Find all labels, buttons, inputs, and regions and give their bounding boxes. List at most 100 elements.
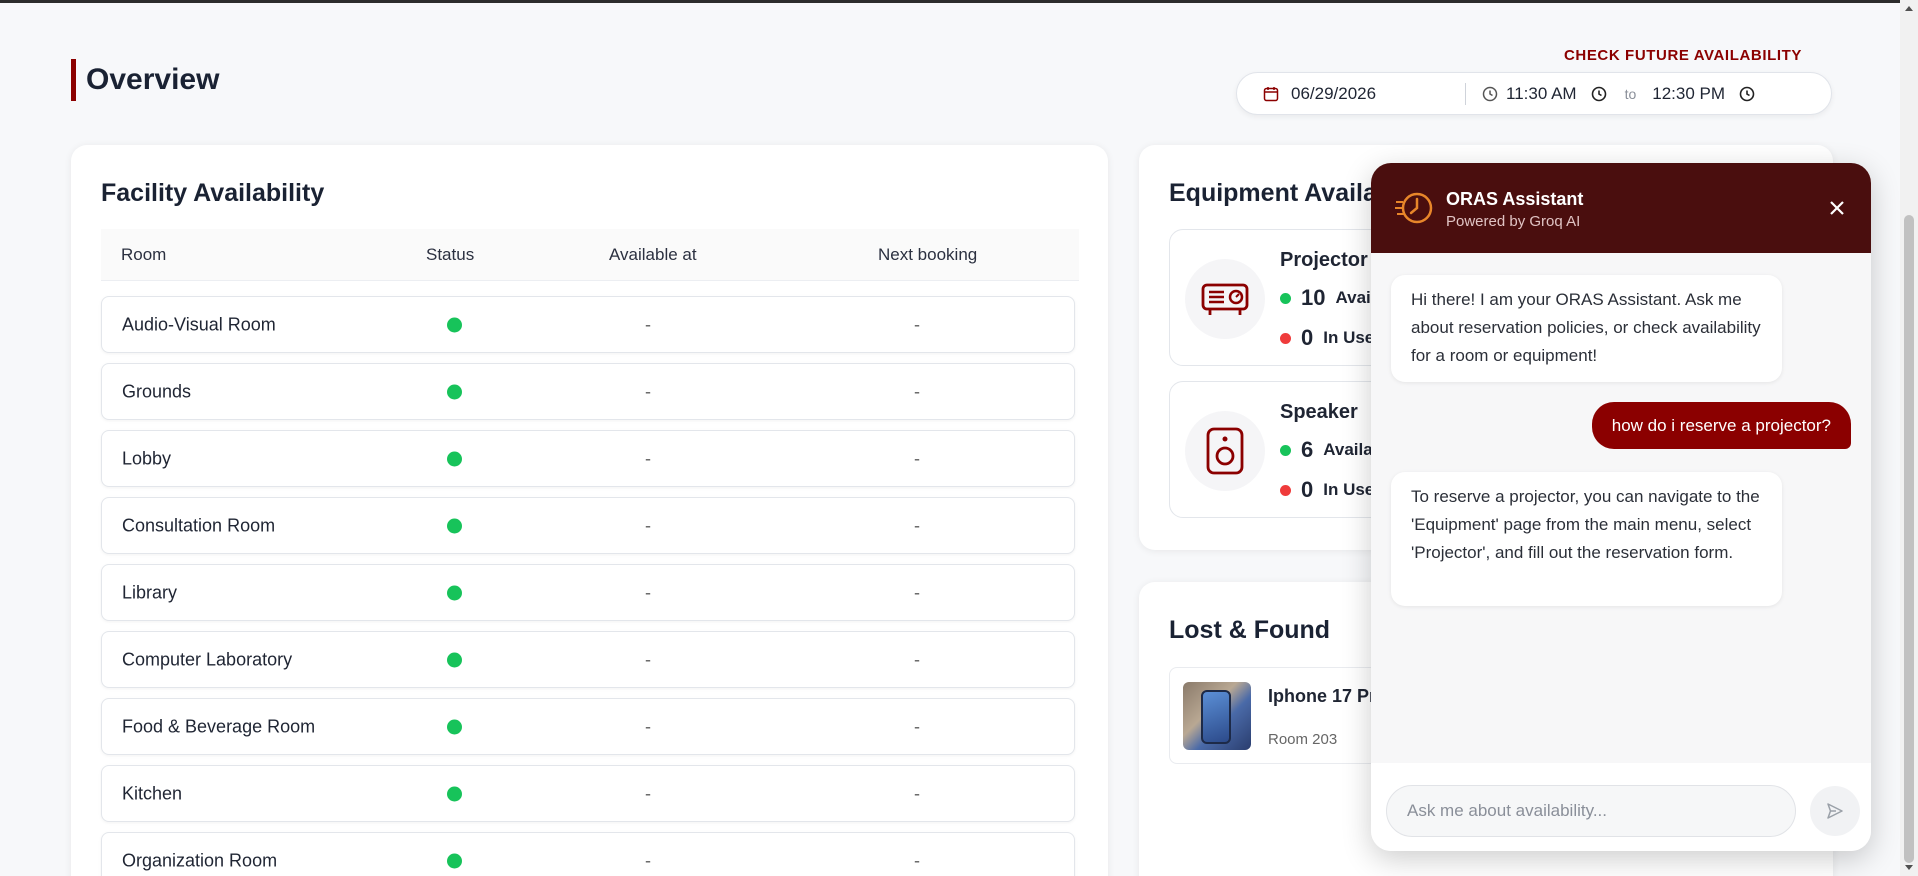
column-header-status: Status: [426, 244, 475, 264]
column-header-next-booking: Next booking: [878, 244, 978, 264]
available-at: -: [645, 783, 651, 803]
available-at: -: [645, 515, 651, 535]
chat-input[interactable]: [1386, 785, 1796, 837]
next-booking: -: [914, 716, 920, 736]
lost-found-title: Lost & Found: [1169, 616, 1331, 644]
chat-footer: [1371, 769, 1871, 851]
column-header-available-at: Available at: [609, 244, 697, 264]
status-dot: [447, 384, 462, 399]
available-number: 10: [1301, 285, 1326, 310]
chat-header: ORAS Assistant Powered by Groq AI: [1371, 163, 1871, 253]
page: Overview CHECK FUTURE AVAILABILITY 06/29…: [0, 3, 1900, 876]
scroll-down-icon[interactable]: [1905, 865, 1913, 870]
table-row[interactable]: Consultation Room - -: [101, 497, 1075, 554]
chat-subtitle: Powered by Groq AI: [1446, 213, 1581, 230]
lost-item-location: Room 203: [1268, 731, 1338, 748]
next-booking: -: [914, 850, 920, 870]
start-time-picker[interactable]: 11:30 AM: [1480, 84, 1609, 104]
table-row[interactable]: Kitchen - -: [101, 765, 1075, 822]
facility-title: Facility Availability: [101, 179, 325, 207]
send-button[interactable]: [1810, 786, 1860, 836]
table-row[interactable]: Library - -: [101, 564, 1075, 621]
end-time-value: 12:30 PM: [1652, 83, 1726, 103]
calendar-icon: [1261, 84, 1281, 104]
chat-messages: Hi there! I am your ORAS Assistant. Ask …: [1371, 253, 1871, 763]
table-row[interactable]: Computer Laboratory - -: [101, 631, 1075, 688]
date-value: 06/29/2026: [1291, 83, 1377, 103]
room-name: Food & Beverage Room: [122, 716, 316, 736]
date-picker[interactable]: 06/29/2026: [1261, 84, 1451, 104]
bot-message: Hi there! I am your ORAS Assistant. Ask …: [1391, 275, 1782, 382]
clock-icon: [1480, 84, 1500, 104]
available-at: -: [645, 314, 651, 334]
lost-item-photo: [1183, 682, 1251, 750]
facility-rows: Audio-Visual Room - - Grounds - - Lobby …: [101, 296, 1075, 876]
room-name: Library: [122, 582, 178, 602]
available-at: -: [645, 582, 651, 602]
status-dot: [447, 853, 462, 868]
equipment-name: Projector: [1280, 249, 1368, 271]
status-dot: [447, 652, 462, 667]
next-booking: -: [914, 649, 920, 669]
available-number: 6: [1301, 437, 1314, 462]
available-dot: [1280, 444, 1291, 456]
available-at: -: [645, 850, 651, 870]
room-name: Grounds: [122, 381, 192, 401]
to-label: to: [1624, 85, 1637, 102]
room-name: Computer Laboratory: [122, 649, 293, 669]
next-booking: -: [914, 381, 920, 401]
room-name: Lobby: [122, 448, 172, 468]
in-use-label: In Use: [1323, 328, 1375, 347]
room-name: Organization Room: [122, 850, 278, 870]
available-at: -: [645, 649, 651, 669]
in-use-dot: [1280, 484, 1291, 496]
start-time-value: 11:30 AM: [1506, 83, 1577, 103]
lost-item-title: Iphone 17 Pro: [1268, 686, 1388, 706]
in-use-number: 0: [1301, 325, 1314, 350]
next-booking: -: [914, 515, 920, 535]
table-row[interactable]: Lobby - -: [101, 430, 1075, 487]
scrollbar-thumb[interactable]: [1904, 215, 1914, 863]
status-dot: [447, 585, 462, 600]
table-row[interactable]: Organization Room - -: [101, 832, 1075, 876]
page-scrollbar[interactable]: [1900, 0, 1918, 876]
send-icon: [1827, 803, 1843, 819]
end-time-picker[interactable]: 12:30 PM: [1652, 84, 1757, 104]
in-use-number: 0: [1301, 477, 1314, 502]
in-use-count: 0 In Use: [1280, 477, 1374, 503]
table-row[interactable]: Audio-Visual Room - -: [101, 296, 1075, 353]
oras-logo-icon: [1395, 188, 1435, 228]
available-dot: [1280, 292, 1291, 304]
available-at: -: [645, 716, 651, 736]
room-name: Kitchen: [122, 783, 183, 803]
next-booking: -: [914, 783, 920, 803]
assistant-chat-panel: ORAS Assistant Powered by Groq AI Hi the…: [1371, 163, 1871, 851]
status-dot: [447, 786, 462, 801]
speaker-icon: [1185, 411, 1265, 491]
status-dot: [447, 719, 462, 734]
clock-icon: [1589, 84, 1609, 104]
divider: [1465, 82, 1466, 105]
table-row[interactable]: Grounds - -: [101, 363, 1075, 420]
room-name: Consultation Room: [122, 515, 276, 535]
table-row[interactable]: Food & Beverage Room - -: [101, 698, 1075, 755]
bot-message: To reserve a projector, you can navigate…: [1391, 472, 1782, 606]
column-header-room: Room: [121, 244, 167, 264]
equipment-name: Speaker: [1280, 401, 1358, 423]
chat-title: ORAS Assistant: [1446, 189, 1584, 209]
availability-filter-bar: 06/29/2026 11:30 AM to 12:30 PM: [1236, 72, 1832, 115]
future-availability-label: CHECK FUTURE AVAILABILITY: [1563, 47, 1802, 64]
available-at: -: [645, 381, 651, 401]
facility-availability-card: Facility Availability Room Status Availa…: [71, 145, 1108, 876]
close-icon[interactable]: [1825, 196, 1849, 220]
available-at: -: [645, 448, 651, 468]
room-name: Audio-Visual Room: [122, 314, 276, 334]
in-use-count: 0 In Use: [1280, 325, 1374, 351]
page-title: Overview: [71, 59, 219, 101]
clock-icon: [1737, 84, 1757, 104]
user-message: how do i reserve a projector?: [1591, 402, 1851, 449]
status-dot: [447, 518, 462, 533]
scroll-up-icon[interactable]: [1905, 6, 1913, 11]
next-booking: -: [914, 582, 920, 602]
status-dot: [447, 317, 462, 332]
